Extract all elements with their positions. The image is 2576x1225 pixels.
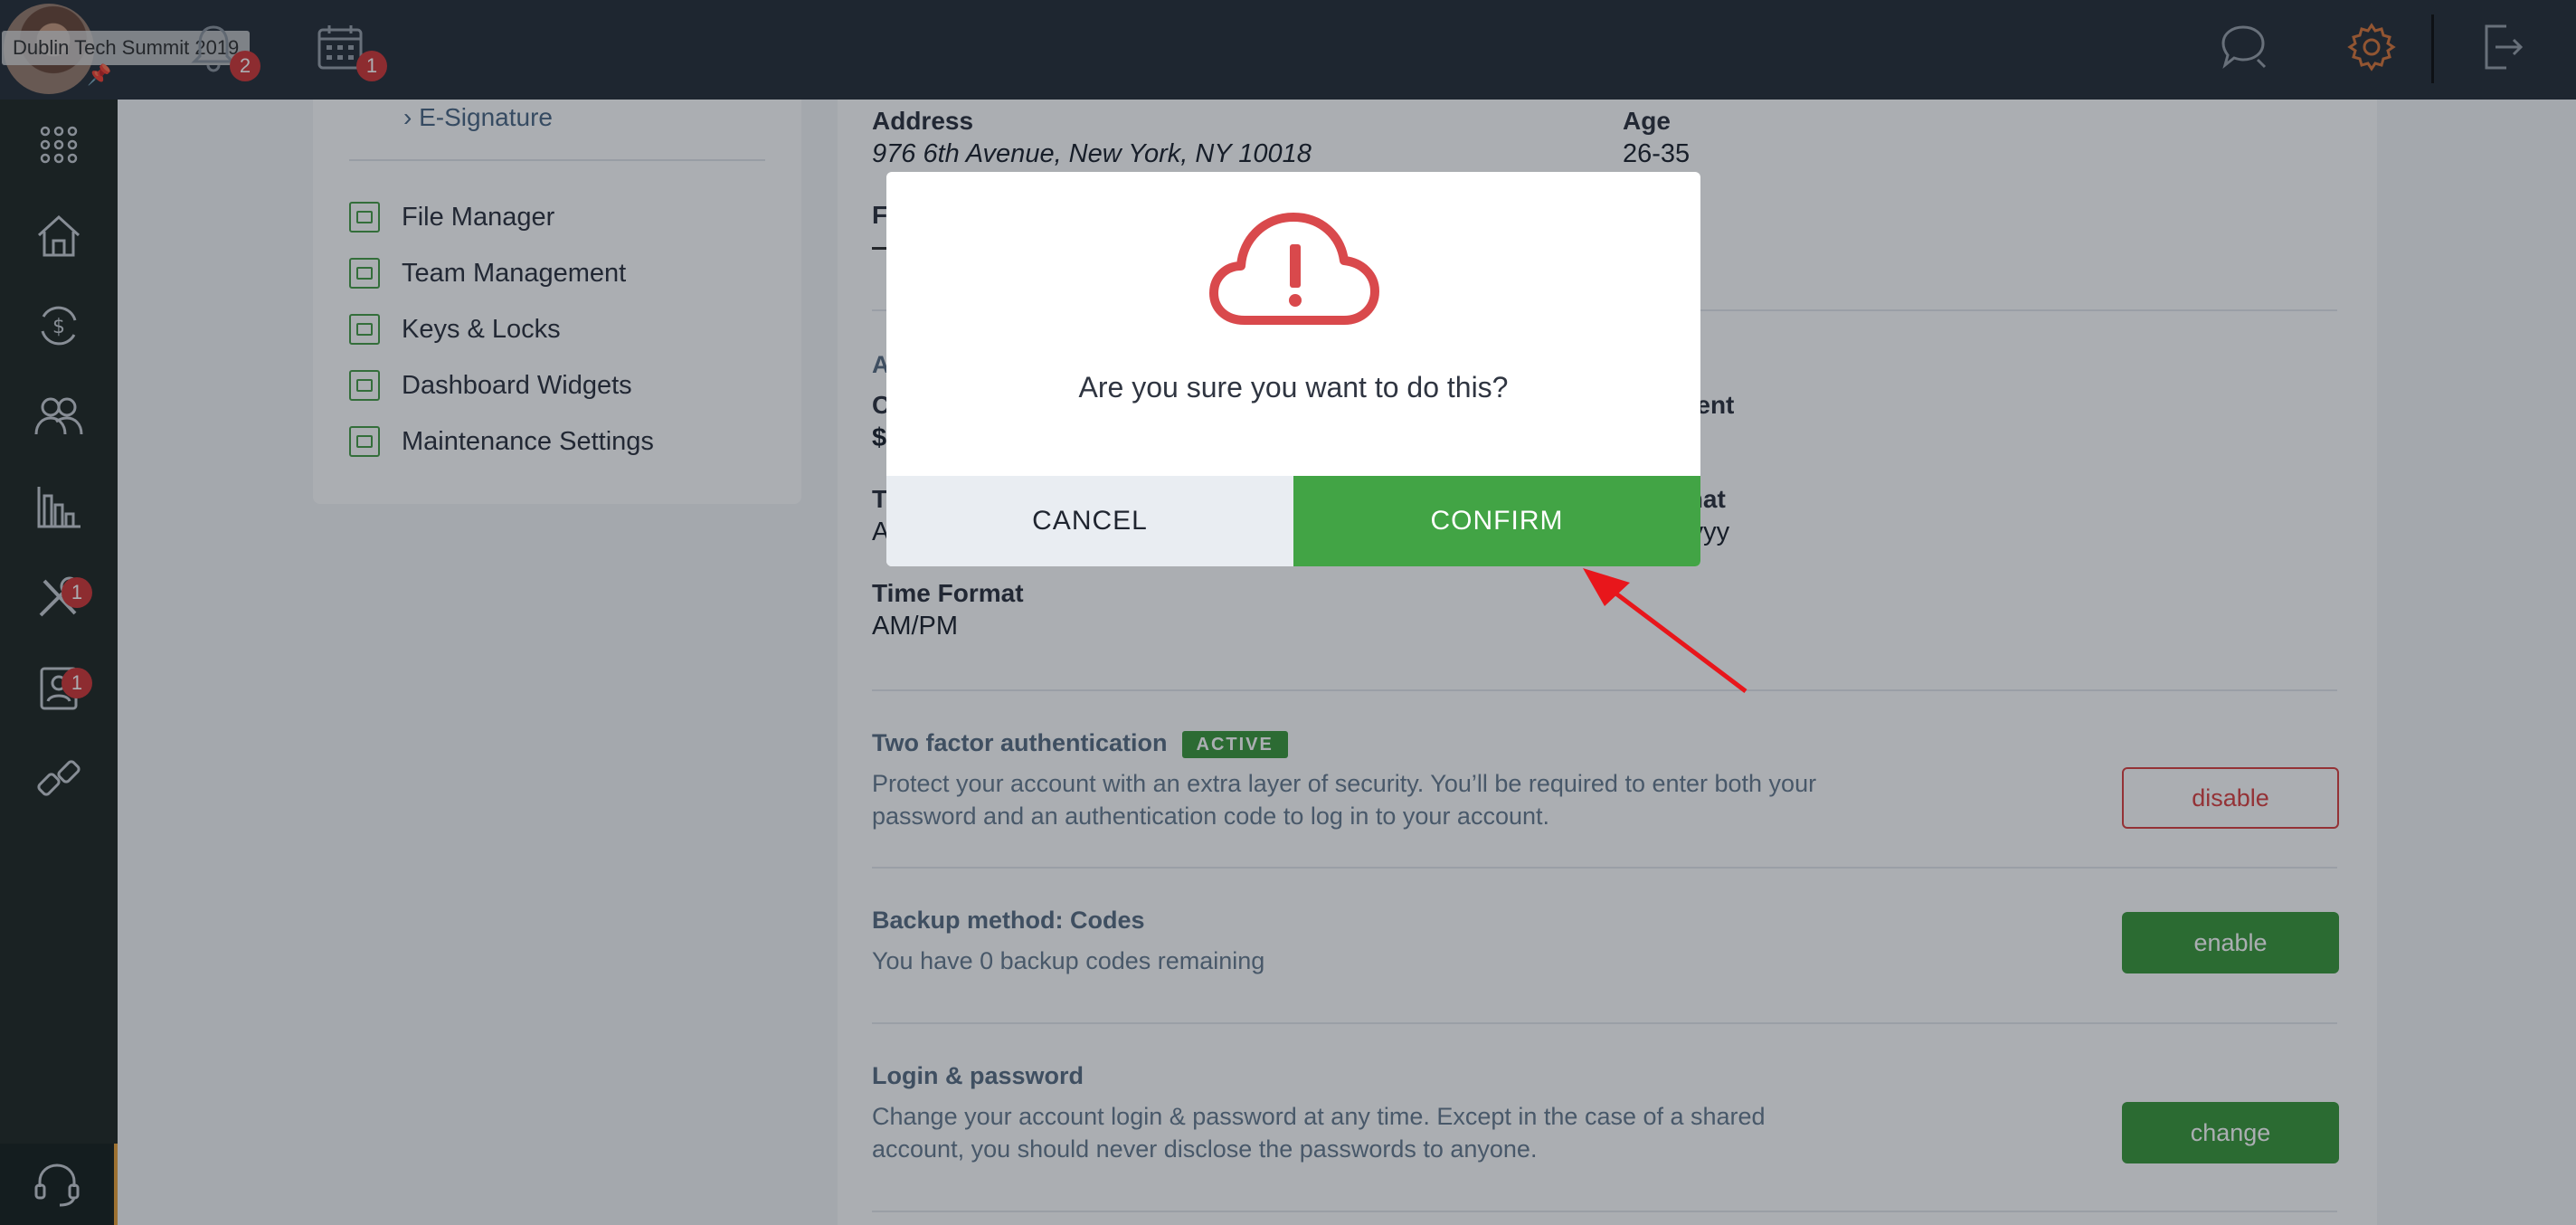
cancel-button[interactable]: CANCEL <box>886 476 1293 566</box>
dialog-message: Are you sure you want to do this? <box>1078 371 1509 404</box>
confirm-dialog: Are you sure you want to do this? CANCEL… <box>886 172 1700 566</box>
cloud-alert-icon <box>1209 213 1379 325</box>
confirm-button[interactable]: CONFIRM <box>1293 476 1700 566</box>
annotation-arrow-icon <box>1583 568 1747 693</box>
